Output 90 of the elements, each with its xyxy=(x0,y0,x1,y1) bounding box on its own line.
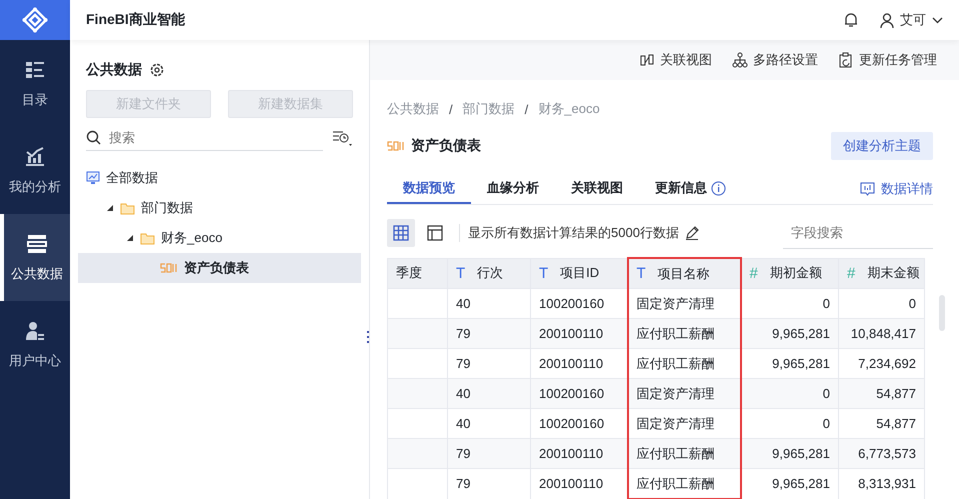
user-name[interactable]: 艾可 xyxy=(900,11,926,29)
column-label: 项目名称 xyxy=(658,264,710,282)
table-cell: 9,965,281 xyxy=(740,318,838,348)
table-cell: 10,848,417 xyxy=(838,318,924,348)
table-cell: 应付职工薪酬 xyxy=(628,438,740,468)
type-icon: T xyxy=(636,265,646,282)
caret-icon[interactable] xyxy=(126,234,134,242)
chevron-down-icon[interactable] xyxy=(932,16,943,24)
tab[interactable]: 血缘分析 xyxy=(471,174,555,204)
table-cell: 54,877 xyxy=(838,378,924,408)
tab[interactable]: 更新信息 xyxy=(639,174,742,204)
details-link[interactable]: 数据详情 xyxy=(881,180,933,198)
settings-icon[interactable] xyxy=(150,63,164,77)
nav-item[interactable]: 公共数据 xyxy=(0,214,70,301)
table-cell: 应付职工薪酬 xyxy=(628,468,740,499)
column-header[interactable]: 季度 xyxy=(388,258,448,288)
column-label: 季度 xyxy=(396,264,422,282)
search-icon xyxy=(86,130,101,144)
table-cell: 100200160 xyxy=(530,378,628,408)
nav-item[interactable]: 用户中心 xyxy=(0,301,70,388)
column-header[interactable]: # 期初金额 xyxy=(740,258,838,288)
toolbar-item[interactable]: 多路径设置 xyxy=(732,51,818,69)
tree-item[interactable]: 部门数据 xyxy=(78,193,361,223)
row-limit-note: 显示所有数据计算结果的5000行数据 xyxy=(468,224,679,242)
type-icon: T xyxy=(456,264,466,282)
table-cell xyxy=(388,318,448,348)
toolbar-item[interactable]: 关联视图 xyxy=(639,51,712,69)
type-icon: T xyxy=(539,264,548,282)
dataset-title: 资产负债表 xyxy=(411,137,481,155)
tree-item[interactable]: 财务_eoco xyxy=(78,223,361,253)
grid-icon xyxy=(393,225,409,241)
app-title: FineBI商业智能 xyxy=(86,11,186,29)
stack-icon xyxy=(26,232,48,254)
caret-icon[interactable] xyxy=(106,204,114,212)
table-cell xyxy=(388,438,448,468)
nav-item[interactable]: 目录 xyxy=(0,40,70,127)
scrollbar[interactable] xyxy=(939,295,945,331)
table-cell: 0 xyxy=(740,378,838,408)
column-label: 项目ID xyxy=(560,264,600,282)
table-cell: 9,965,281 xyxy=(740,438,838,468)
monitor-chart-icon xyxy=(86,171,100,185)
column-header[interactable]: T 项目名称 xyxy=(628,258,740,288)
tree-item[interactable]: 全部数据 xyxy=(78,163,361,193)
pencil-icon[interactable] xyxy=(684,226,699,240)
column-header[interactable]: T 项目ID xyxy=(530,258,628,288)
table-cell: 200100110 xyxy=(530,318,628,348)
table-cell: 40 xyxy=(448,378,530,408)
link-view-icon xyxy=(639,52,655,68)
column-header[interactable]: # 期末金额 xyxy=(838,258,924,288)
table-cell: 79 xyxy=(448,318,530,348)
user-icon[interactable] xyxy=(880,12,894,28)
column-label: 期初金额 xyxy=(770,264,822,282)
create-topic-button[interactable]: 创建分析主题 xyxy=(831,132,933,160)
table-cell: 6,773,573 xyxy=(838,438,924,468)
search-field[interactable]: 搜索 xyxy=(107,128,261,146)
type-icon: # xyxy=(750,264,758,282)
panel-title: 公共数据 xyxy=(86,61,142,79)
bell-icon[interactable] xyxy=(844,12,858,28)
column-header[interactable]: T 行次 xyxy=(448,258,530,288)
clipboard-icon xyxy=(838,52,854,68)
tab[interactable]: 数据预览 xyxy=(387,174,471,204)
breadcrumb-separator: / xyxy=(448,102,454,116)
table-cell: 79 xyxy=(448,438,530,468)
folder-icon xyxy=(120,202,135,214)
chart-report-icon[interactable] xyxy=(860,182,875,196)
nav-item[interactable]: 我的分析 xyxy=(0,127,70,214)
toolbar-item[interactable]: 更新任务管理 xyxy=(838,51,937,69)
table-cell xyxy=(388,378,448,408)
hierarchy-icon xyxy=(732,52,748,68)
person-icon xyxy=(24,320,46,342)
layout-icon xyxy=(427,225,443,241)
table-cell: 应付职工薪酬 xyxy=(628,318,740,348)
sql-icon xyxy=(160,262,178,274)
tab[interactable]: 关联视图 xyxy=(555,174,639,204)
grid-view-button[interactable] xyxy=(387,219,415,247)
info-icon[interactable] xyxy=(711,180,726,196)
column-label: 期末金额 xyxy=(867,264,920,282)
table-cell xyxy=(388,468,448,499)
resize-handle[interactable] xyxy=(367,330,370,344)
breadcrumb-separator: / xyxy=(524,102,530,116)
logo-icon[interactable] xyxy=(22,7,48,33)
type-icon: # xyxy=(847,264,856,282)
field-search[interactable]: 字段搜索 xyxy=(789,224,943,241)
table-cell: 固定资产清理 xyxy=(628,378,740,408)
bar-chart-icon xyxy=(24,146,46,168)
column-label: 行次 xyxy=(477,264,504,282)
tree-item[interactable]: 资产负债表 xyxy=(78,253,361,283)
sql-icon xyxy=(387,140,405,152)
folder-icon xyxy=(140,232,155,244)
table-cell: 200100110 xyxy=(530,438,628,468)
